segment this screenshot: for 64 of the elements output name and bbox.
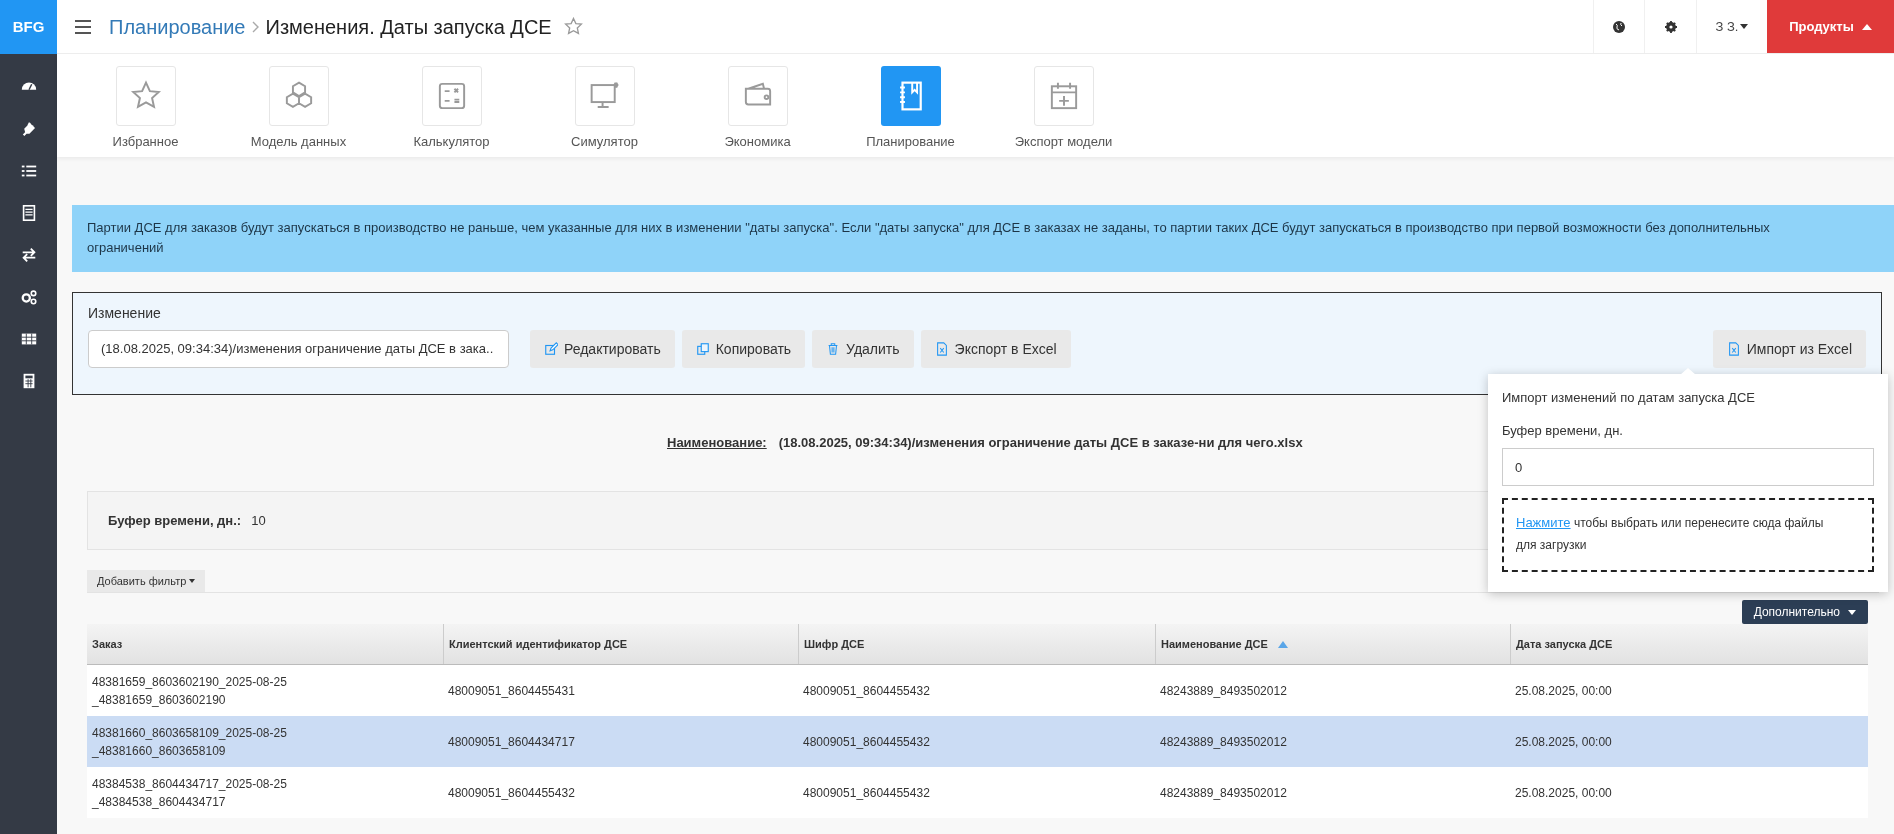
column-header[interactable]: Шифр ДСЕ (804, 635, 865, 653)
caret-down-icon (1848, 609, 1856, 615)
buffer-input[interactable]: 0 (1502, 448, 1874, 486)
caret-up-icon (1861, 23, 1872, 30)
excel-button[interactable]: Экспорт в Excel (920, 330, 1071, 368)
module-tab[interactable]: Модель данных (222, 66, 375, 157)
name-label: Наименование: (667, 434, 767, 453)
field-label: Изменение (88, 304, 162, 323)
chevron-right-icon (251, 20, 260, 33)
table-cell-text: 48243889_8493502012 (1160, 784, 1287, 802)
breadcrumb-link[interactable]: Планирование (109, 11, 246, 42)
table-cell-text: 48009051_8604455432 (803, 733, 930, 751)
column-header[interactable]: Клиентский идентификатор ДСЕ (449, 635, 628, 653)
info-banner: Партии ДСЕ для заказов будут запускаться в производство не раньше, чем указанные для них в изменении "даты запуска". Если "даты запуска" для ДСЕ в заказах не заданы, то партии таких ДСЕ будут запускаться в производство при первой возможности без дополнительных ограничений (72, 205, 1894, 272)
star-icon[interactable] (563, 17, 583, 36)
buffer-value: 10 (251, 511, 266, 530)
module-tab[interactable]: Экономика (681, 66, 834, 157)
table-cell-text: 25.08.2025, 00:00 (1515, 784, 1612, 802)
module-tab[interactable]: Симулятор (528, 66, 681, 157)
name-value: (18.08.2025, 09:34:34)/изменения ограничение даты ДСЕ в заказе-ни для чего.xlsx (778, 434, 1303, 453)
module-tab[interactable]: Планирование (834, 66, 987, 157)
field-label: Буфер времени, дн. (1502, 421, 1624, 440)
edit-button[interactable]: Редактировать (530, 330, 675, 368)
import-button[interactable]: Импорт из Excel (1712, 330, 1866, 368)
table-cell-text: 48381659_8603602190_2025-08-25_48381659_8603602190 (92, 673, 288, 709)
column-header[interactable]: Дата запуска ДСЕ (1516, 635, 1613, 653)
table-row[interactable]: 48381660_8603658109_2025-08-25_48381660_8603658109 48009051_8604434717 48009051_8604455432 48243889_8493502012 25.08.2025, 00:00 (87, 716, 1868, 767)
table-cell-text: 48009051_8604455432 (448, 784, 575, 802)
excel-file-icon (1726, 342, 1741, 356)
caret-down-icon (1740, 24, 1749, 29)
column-header[interactable]: Наименование ДСЕ (1161, 635, 1268, 653)
settings-icon[interactable] (1664, 20, 1677, 33)
table-cell-text: 48009051_8604455432 (803, 682, 930, 700)
module-tab[interactable]: Избранное (69, 66, 222, 157)
change-select[interactable]: (18.08.2025, 09:34:34)/изменения ограничение даты ДСЕ в зака.. (88, 330, 509, 368)
table-cell-text: 48243889_8493502012 (1160, 682, 1287, 700)
table-cell-text: 48009051_8604455432 (803, 784, 930, 802)
column-header[interactable]: Заказ (92, 635, 123, 653)
table-cell-text: 25.08.2025, 00:00 (1515, 733, 1612, 751)
caret-down-icon (189, 579, 196, 583)
table-cell-text: 48009051_8604434717 (448, 733, 575, 751)
delete-button[interactable]: Удалить (812, 330, 914, 368)
menu-icon[interactable] (75, 19, 91, 34)
table-cell-text: 48243889_8493502012 (1160, 733, 1287, 751)
exchange-arrows-icon[interactable] (19, 246, 38, 264)
more-button[interactable]: Дополнительно (1741, 600, 1868, 624)
drop-zone-text: Нажмите чтобы выбрать или перенесите сюда файлы для загрузки (1516, 514, 1825, 554)
table-cell-text: 25.08.2025, 00:00 (1515, 682, 1612, 700)
excel-file-icon (934, 342, 949, 356)
module-tab[interactable]: Калькулятор (375, 66, 528, 157)
pencil-square-icon (544, 342, 558, 356)
products-button[interactable]: Продукты (1767, 0, 1894, 53)
page-title: Изменения. Даты запуска ДСЕ (265, 14, 552, 40)
table-cell-text: 48384538_8604434717_2025-08-25_48384538_8604434717 (92, 775, 288, 811)
table-cell-text: 48009051_8604455431 (448, 682, 575, 700)
gears-icon[interactable] (19, 288, 38, 306)
file-drop-zone[interactable]: Нажмите чтобы выбрать или перенесите сюда файлы для загрузки (1502, 498, 1874, 572)
buffer-label: Буфер времени, дн.: (108, 511, 242, 530)
popover-title: Импорт изменений по датам запуска ДСЕ (1502, 389, 1756, 407)
add-filter-button[interactable]: Добавить фильтр (87, 570, 206, 592)
table-cell-text: 48381660_8603658109_2025-08-25_48381660_8603658109 (92, 724, 288, 760)
copy-button[interactable]: Копировать (681, 330, 806, 368)
module-tab[interactable]: Экспорт модели (987, 66, 1140, 157)
copy-icon (695, 342, 710, 356)
